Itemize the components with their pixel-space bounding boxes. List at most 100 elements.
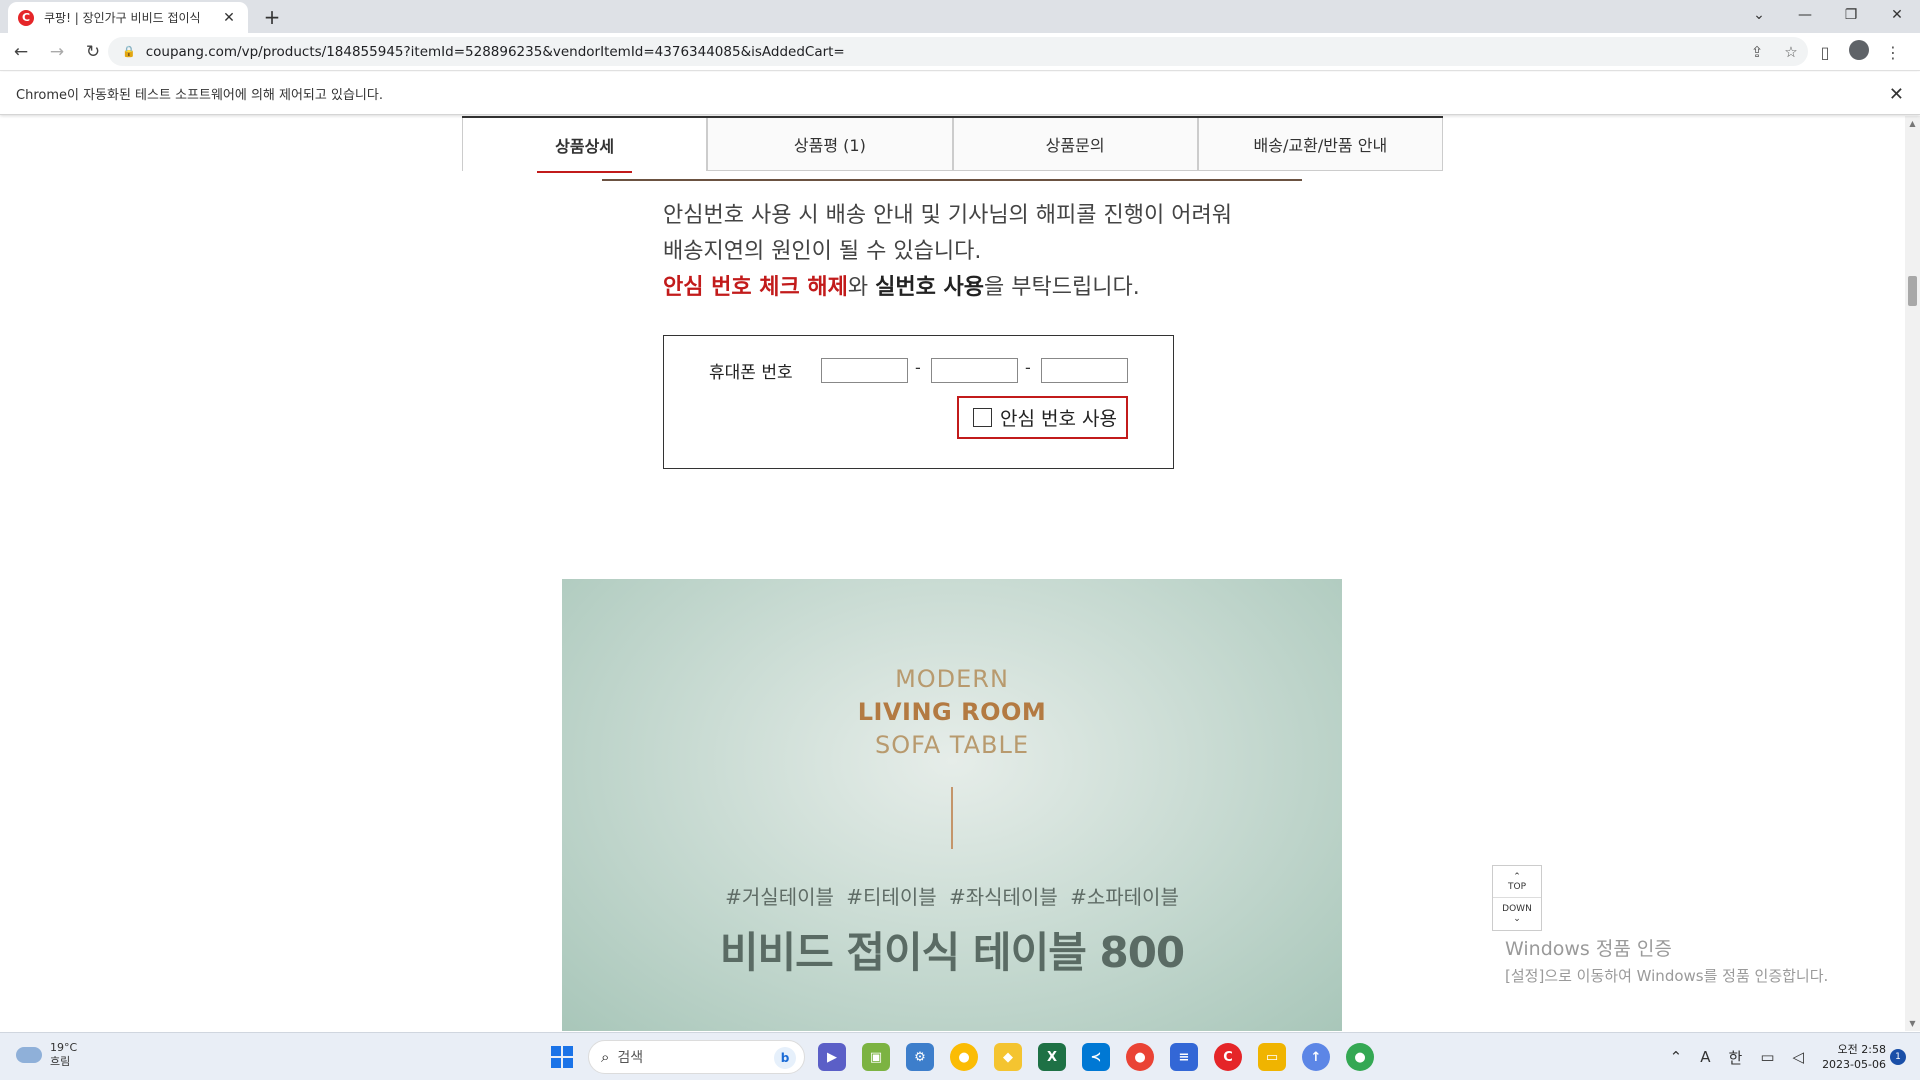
safe-number-checkbox-illustration: 안심 번호 사용 [957, 396, 1128, 439]
phone-input-1 [821, 358, 908, 383]
arrow-up-icon: ⌃ [1513, 871, 1521, 882]
close-tab-icon[interactable]: ✕ [220, 9, 238, 27]
vscode-icon[interactable]: ≺ [1082, 1043, 1110, 1071]
phone-input-2 [931, 358, 1018, 383]
settings-gear-icon[interactable]: ⚙ [906, 1043, 934, 1071]
clock[interactable]: 오전 2:58 2023-05-06 [1822, 1042, 1886, 1072]
notice-line-2: 배송지연의 원인이 될 수 있습니다. [663, 239, 982, 264]
chrome-icon[interactable]: ● [950, 1043, 978, 1071]
coupang-favicon-icon: C [18, 9, 34, 26]
notice-end-text: 을 부탁드립니다. [984, 275, 1140, 300]
checkbox-icon [973, 408, 992, 427]
restore-button[interactable]: ❐ [1828, 0, 1874, 30]
tab-shipping-info[interactable]: 배송/교환/반품 안내 [1197, 118, 1443, 171]
browser-tab[interactable]: C 쿠팡! | 장인가구 비비드 접이식 ✕ [8, 2, 248, 33]
ime-language[interactable]: 한 [1729, 1047, 1743, 1068]
url-text[interactable]: coupang.com/vp/products/184855945?itemId… [146, 44, 845, 60]
product-tabs: 상품상세 상품평 (1) 상품문의 배송/교환/반품 안내 [462, 116, 1443, 173]
teams-icon[interactable]: ▶ [818, 1043, 846, 1071]
clock-time: 오전 2:58 [1837, 1043, 1886, 1056]
banner-tags: #거실테이블 #티테이블 #좌식테이블 #소파테이블 [725, 885, 1179, 909]
coupang-app-icon[interactable]: C [1214, 1043, 1242, 1071]
windows-activation-watermark: Windows 정품 인증 [설정]으로 이동하여 Windows를 정품 인증… [1505, 934, 1828, 986]
infobar-message: Chrome이 자동화된 테스트 소프트웨어에 의해 제어되고 있습니다. [16, 87, 383, 103]
notice-red-text: 안심 번호 체크 해제 [663, 275, 848, 300]
scroll-down-button[interactable]: DOWN ⌄ [1493, 898, 1541, 930]
upload-app-icon[interactable]: ↑ [1302, 1043, 1330, 1071]
new-tab-button[interactable]: + [260, 5, 284, 29]
weather-widget[interactable]: 19°C 흐림 [16, 1041, 77, 1069]
back-button[interactable]: ← [6, 37, 36, 67]
infobar-close-icon[interactable]: ✕ [1889, 84, 1904, 105]
notice-line-1: 안심번호 사용 시 배송 안내 및 기사님의 해피콜 진행이 어려워 [663, 203, 1232, 228]
excel-icon[interactable]: X [1038, 1043, 1066, 1071]
reload-button[interactable]: ↻ [78, 37, 108, 67]
scroll-up-arrow-icon[interactable]: ▲ [1905, 116, 1920, 131]
lock-icon[interactable]: 🔒 [122, 45, 136, 58]
scroll-thumb[interactable] [1908, 276, 1917, 306]
taskbar-search[interactable]: ⌕ 검색 b [588, 1040, 805, 1074]
safe-number-label: 안심 번호 사용 [1000, 408, 1117, 430]
search-placeholder: 검색 [617, 1050, 644, 1066]
scroll-top-button[interactable]: ⌃ TOP [1493, 866, 1541, 898]
windows-taskbar: 19°C 흐림 ⌕ 검색 b ▶ ▣ ⚙ ● ◆ X ≺ ● ≡ C ▭ ↑ ●… [0, 1032, 1920, 1080]
close-window-button[interactable]: ✕ [1874, 0, 1920, 30]
network-icon[interactable]: ▭ [1760, 1048, 1774, 1066]
phone-form-illustration: 휴대폰 번호 - - 안심 번호 사용 [663, 335, 1174, 469]
safe-number-notice: 안심번호 사용 시 배송 안내 및 기사님의 해피콜 진행이 어려워 배송지연의… [663, 198, 1232, 306]
page-viewport: 상품상세 상품평 (1) 상품문의 배송/교환/반품 안내 안심번호 사용 시 … [0, 116, 1905, 1031]
chrome-icon-active[interactable]: ● [1346, 1043, 1374, 1071]
share-icon[interactable]: ⇪ [1740, 43, 1774, 61]
minimize-button[interactable]: — [1782, 0, 1828, 30]
forward-button[interactable]: → [42, 37, 72, 67]
weather-condition: 흐림 [50, 1055, 71, 1068]
scroll-down-arrow-icon[interactable]: ▼ [1905, 1016, 1920, 1031]
notification-badge[interactable]: 1 [1890, 1049, 1906, 1065]
kakaotalk-icon[interactable]: ◆ [994, 1043, 1022, 1071]
browser-toolbar: ← → ↻ 🔒 coupang.com/vp/products/18485594… [0, 33, 1920, 71]
notice-line-3: 안심 번호 체크 해제와 실번호 사용을 부탁드립니다. [663, 270, 1232, 306]
tab-search-icon[interactable]: ⌄ [1736, 0, 1782, 30]
tab-title: 쿠팡! | 장인가구 비비드 접이식 [44, 11, 201, 25]
temperature: 19°C [50, 1041, 78, 1054]
side-panel-icon[interactable]: ▯ [1808, 43, 1842, 62]
bookmark-star-icon[interactable]: ☆ [1774, 43, 1808, 61]
page-scrollbar[interactable]: ▲ ▼ [1905, 116, 1920, 1031]
chevron-up-icon[interactable]: ⌃ [1670, 1048, 1683, 1066]
phone-separator-2: - [1025, 358, 1031, 377]
watermark-title: Windows 정품 인증 [1505, 938, 1672, 960]
watermark-subtitle: [설정]으로 이동하여 Windows를 정품 인증합니다. [1505, 967, 1829, 985]
menu-kebab-icon[interactable]: ⋮ [1876, 43, 1910, 62]
top-down-scroll-widget: ⌃ TOP DOWN ⌄ [1492, 865, 1542, 931]
down-label: DOWN [1502, 904, 1532, 914]
tab-strip: C 쿠팡! | 장인가구 비비드 접이식 ✕ + ⌄ — ❐ ✕ [0, 0, 1920, 33]
file-explorer-icon[interactable]: ▭ [1258, 1043, 1286, 1071]
top-label: TOP [1507, 881, 1526, 892]
photos-icon[interactable]: ▣ [862, 1043, 890, 1071]
banner-title: 비비드 접이식 테이블 800 [719, 928, 1185, 977]
tab-reviews[interactable]: 상품평 (1) [707, 118, 953, 171]
volume-mute-icon[interactable]: ◁ [1793, 1048, 1805, 1066]
clock-date: 2023-05-06 [1822, 1058, 1886, 1071]
divider [602, 179, 1302, 181]
phone-input-3 [1041, 358, 1128, 383]
bing-icon[interactable]: b [774, 1047, 796, 1069]
product-banner-image: MODERN LIVING ROOM SOFA TABLE #거실테이블 #티테… [562, 579, 1342, 1031]
notepad-icon[interactable]: ≡ [1170, 1043, 1198, 1071]
cloud-icon [16, 1047, 42, 1063]
phone-label: 휴대폰 번호 [709, 363, 793, 383]
profile-icon[interactable] [1842, 40, 1876, 64]
tab-product-detail[interactable]: 상품상세 [462, 118, 708, 173]
chrome-icon-2[interactable]: ● [1126, 1043, 1154, 1071]
arrow-down-icon: ⌄ [1513, 914, 1521, 924]
banner-vertical-line [951, 787, 953, 849]
phone-separator-1: - [915, 358, 921, 377]
windows-start-icon[interactable] [551, 1046, 573, 1068]
banner-living-room: LIVING ROOM [857, 698, 1047, 726]
window-controls: ⌄ — ❐ ✕ [1736, 0, 1920, 33]
tab-inquiries[interactable]: 상품문의 [952, 118, 1198, 171]
search-icon: ⌕ [601, 1048, 610, 1066]
ime-mode-a[interactable]: A [1700, 1048, 1710, 1066]
address-bar[interactable]: 🔒 coupang.com/vp/products/184855945?item… [108, 37, 1808, 66]
notice-bold-text: 실번호 사용 [875, 275, 985, 300]
